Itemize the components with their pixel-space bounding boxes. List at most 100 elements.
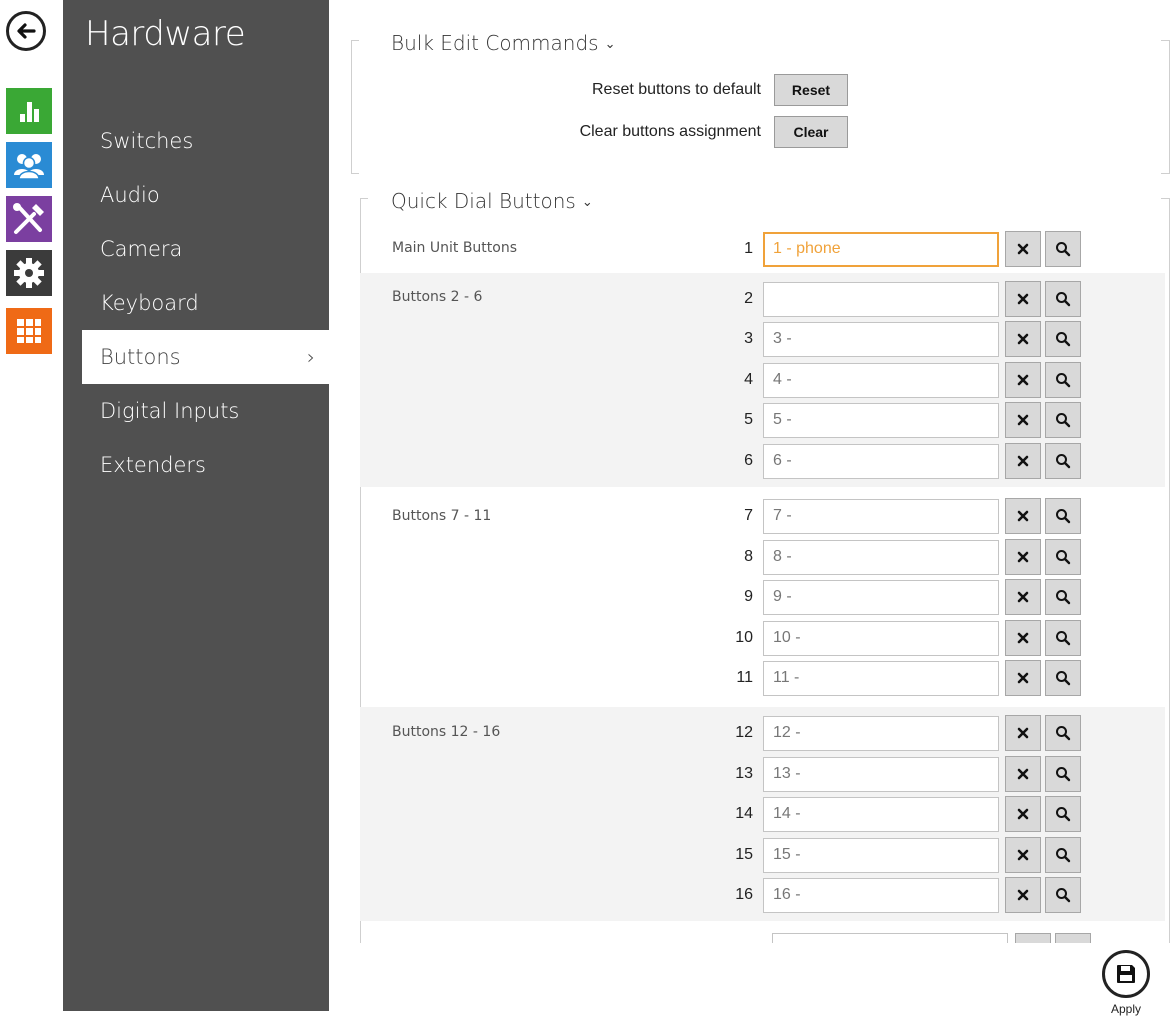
search-button[interactable]	[1045, 443, 1081, 479]
clear-entry-button[interactable]	[1005, 362, 1041, 398]
row-input[interactable]	[763, 715, 999, 751]
row-input[interactable]	[763, 660, 999, 696]
search-icon	[1055, 291, 1071, 307]
sidebar-item-camera[interactable]: Camera	[63, 222, 329, 276]
services-icon[interactable]	[6, 308, 52, 354]
row-input[interactable]	[763, 539, 999, 575]
row-input[interactable]	[763, 796, 999, 832]
chevron-down-icon: ⌄	[581, 195, 593, 210]
row-input[interactable]	[763, 321, 999, 357]
group-label: Buttons 2 - 6	[392, 289, 483, 305]
search-button[interactable]	[1045, 877, 1081, 913]
quick-dial-header[interactable]: Quick Dial Buttons ⌄	[391, 189, 593, 213]
clear-entry-button[interactable]	[1005, 756, 1041, 792]
clear-entry-button[interactable]	[1005, 715, 1041, 751]
settings-icon[interactable]	[6, 250, 52, 296]
row-input[interactable]	[763, 498, 999, 534]
sidebar-item-extenders[interactable]: Extenders	[63, 438, 329, 492]
search-button[interactable]	[1045, 796, 1081, 832]
clear-entry-button[interactable]	[1005, 443, 1041, 479]
row-input[interactable]	[763, 877, 999, 913]
sidebar-item-audio[interactable]: Audio	[63, 168, 329, 222]
apply-button[interactable]: Apply	[1102, 950, 1150, 1016]
row-input[interactable]	[763, 837, 999, 873]
search-button[interactable]	[1045, 539, 1081, 575]
button-row: 5	[725, 402, 1081, 438]
search-button[interactable]	[1045, 402, 1081, 438]
clear-entry-button[interactable]	[1005, 231, 1041, 267]
row-input[interactable]	[763, 402, 999, 438]
row-input[interactable]	[763, 579, 999, 615]
group-label: Buttons 7 - 11	[392, 508, 492, 524]
directory-icon[interactable]	[6, 142, 52, 188]
search-button[interactable]	[1045, 579, 1081, 615]
clear-entry-button[interactable]	[1005, 837, 1041, 873]
button-row: 9	[725, 579, 1081, 615]
clear-entry-button[interactable]	[1005, 796, 1041, 832]
reset-button[interactable]: Reset	[774, 74, 848, 106]
reset-label: Reset buttons to default	[592, 81, 761, 98]
search-button[interactable]	[1045, 281, 1081, 317]
close-icon	[1017, 414, 1029, 426]
search-button-partial[interactable]	[1055, 933, 1091, 943]
clear-entry-button[interactable]	[1005, 620, 1041, 656]
clear-entry-button[interactable]	[1005, 539, 1041, 575]
row-input[interactable]	[763, 443, 999, 479]
apply-label: Apply	[1110, 1002, 1142, 1016]
hardware-icon[interactable]	[6, 196, 52, 242]
row-number: 10	[735, 629, 753, 646]
search-button[interactable]	[1045, 715, 1081, 751]
search-button[interactable]	[1045, 660, 1081, 696]
clear-entry-button[interactable]	[1005, 579, 1041, 615]
chevron-right-icon: ›	[307, 345, 315, 369]
clear-entry-button[interactable]	[1005, 660, 1041, 696]
bulk-frame-left	[351, 40, 352, 174]
quickdial-frame-tick	[1161, 198, 1169, 199]
bulk-frame-tick	[351, 173, 359, 174]
clear-button[interactable]: Clear	[774, 116, 848, 148]
row-number: 12	[735, 724, 753, 741]
sidebar-item-buttons[interactable]: Buttons ›	[82, 330, 329, 384]
button-row: 14	[725, 796, 1081, 832]
bulk-frame-tick	[351, 40, 359, 41]
row-input[interactable]	[763, 362, 999, 398]
search-button[interactable]	[1045, 756, 1081, 792]
sidebar-item-switches[interactable]: Switches	[63, 114, 329, 168]
section-title: Bulk Edit Commands	[391, 31, 599, 55]
sidebar-item-digital-inputs[interactable]: Digital Inputs	[63, 384, 329, 438]
clear-entry-button[interactable]	[1005, 498, 1041, 534]
button-row: 4	[725, 362, 1081, 398]
clear-entry-button[interactable]	[1005, 321, 1041, 357]
close-icon	[1017, 632, 1029, 644]
row-input[interactable]	[763, 281, 999, 317]
row-input[interactable]	[763, 231, 999, 267]
row-input[interactable]	[763, 756, 999, 792]
button-row: 11	[725, 660, 1081, 696]
row-number: 7	[744, 507, 753, 524]
search-button[interactable]	[1045, 321, 1081, 357]
close-icon	[1017, 374, 1029, 386]
row-number: 16	[735, 886, 753, 903]
close-icon	[1017, 591, 1029, 603]
search-button[interactable]	[1045, 362, 1081, 398]
search-button[interactable]	[1045, 620, 1081, 656]
bulk-edit-header[interactable]: Bulk Edit Commands ⌄	[391, 31, 615, 55]
back-button[interactable]	[6, 11, 46, 51]
row-input[interactable]	[763, 620, 999, 656]
button-row: 7	[725, 498, 1081, 534]
close-icon	[1017, 849, 1029, 861]
sidebar-item-keyboard[interactable]: Keyboard	[63, 276, 329, 330]
clear-entry-button[interactable]	[1005, 402, 1041, 438]
clear-entry-button[interactable]	[1005, 281, 1041, 317]
clear-entry-button[interactable]	[1005, 877, 1041, 913]
search-button[interactable]	[1045, 498, 1081, 534]
section-title: Quick Dial Buttons	[391, 189, 576, 213]
close-icon	[1017, 551, 1029, 563]
search-button[interactable]	[1045, 837, 1081, 873]
row-input-partial[interactable]	[772, 933, 1008, 943]
search-icon	[1055, 766, 1071, 782]
search-button[interactable]	[1045, 231, 1081, 267]
clear-entry-button-partial[interactable]	[1015, 933, 1051, 943]
close-icon	[1017, 727, 1029, 739]
status-icon[interactable]	[6, 88, 52, 134]
